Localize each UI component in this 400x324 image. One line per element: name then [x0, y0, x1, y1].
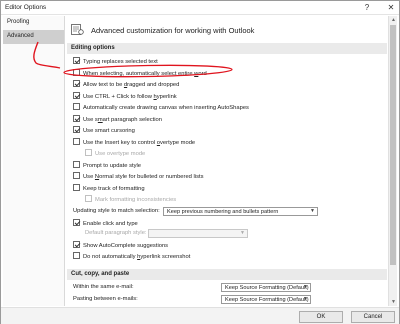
- editor-options-dialog: Editor Options ? ✕ Proofing Advanced Adv…: [0, 0, 400, 324]
- title-bar: Editor Options ? ✕: [1, 1, 399, 15]
- editing-option[interactable]: Use Normal style for bulleted or numbere…: [73, 172, 204, 181]
- help-icon[interactable]: ?: [361, 3, 373, 13]
- panel-header: Advanced customization for working with …: [71, 24, 371, 38]
- option-label: Prompt to update style: [83, 162, 142, 169]
- chevron-down-icon: ▼: [310, 208, 315, 214]
- section-editing-options: Editing options: [67, 43, 387, 54]
- option-label: Mark formatting inconsistencies: [95, 197, 177, 203]
- sidebar-item-advanced[interactable]: Advanced: [3, 30, 64, 44]
- option-label: Allow text to be dragged and dropped: [83, 82, 180, 88]
- cancel-button[interactable]: Cancel: [351, 311, 395, 323]
- checkbox[interactable]: [73, 219, 80, 226]
- scroll-up-icon[interactable]: ▲: [389, 16, 398, 24]
- chevron-down-icon: ▼: [303, 296, 308, 302]
- option-label: Use smart paragraph selection: [83, 116, 162, 123]
- checkbox[interactable]: [73, 137, 80, 145]
- editing-option[interactable]: Typing replaces selected text: [73, 57, 158, 66]
- section-cut-copy-paste: Cut, copy, and paste: [67, 269, 387, 280]
- option-label: Show AutoComplete suggestions: [83, 243, 169, 249]
- option-label: Use overtype mode: [95, 151, 146, 157]
- advanced-options-panel: Advanced customization for working with …: [67, 16, 387, 306]
- checkbox[interactable]: [73, 91, 80, 99]
- checkbox[interactable]: [73, 114, 80, 122]
- option-label: Typing replaces selected text: [83, 59, 158, 65]
- updating-style-dropdown[interactable]: Keep previous numbering and bullets patt…: [163, 207, 318, 216]
- option-no-auto-hyperlink[interactable]: Do not automatically hyperlink screensho…: [73, 252, 190, 261]
- editing-option[interactable]: Use smart paragraph selection: [73, 114, 162, 124]
- option-label: Automatically create drawing canvas when…: [83, 105, 249, 111]
- checkbox[interactable]: [73, 241, 80, 248]
- editing-option: Use overtype mode: [85, 149, 145, 158]
- updating-style-label: Updating style to match selection:: [73, 208, 160, 214]
- editing-option: Mark formatting inconsistencies: [85, 195, 176, 204]
- updating-style-value: Keep previous numbering and bullets patt…: [167, 209, 279, 215]
- chevron-down-icon: ▼: [240, 230, 245, 236]
- between-emails-label: Pasting between e-mails:: [73, 296, 138, 302]
- editing-option[interactable]: Use the Insert key to control overtype m…: [73, 137, 196, 147]
- default-paragraph-style-dropdown[interactable]: ▼: [148, 229, 248, 238]
- ok-button[interactable]: OK: [299, 311, 343, 323]
- checkbox[interactable]: [73, 103, 80, 110]
- window-title: Editor Options: [5, 4, 47, 11]
- editing-option[interactable]: Prompt to update style: [73, 160, 142, 170]
- dialog-footer: OK Cancel: [1, 307, 399, 324]
- sidebar: Proofing Advanced: [3, 16, 65, 306]
- checkbox[interactable]: [73, 68, 80, 76]
- option-show-autocomplete[interactable]: Show AutoComplete suggestions: [73, 241, 168, 250]
- checkbox: [85, 195, 92, 202]
- between-emails-dropdown[interactable]: Keep Source Formatting (Default) ▼: [221, 295, 311, 304]
- checkbox[interactable]: [73, 126, 80, 133]
- within-email-value: Keep Source Formatting (Default): [225, 285, 309, 291]
- editing-option[interactable]: Allow text to be dragged and dropped: [73, 80, 179, 89]
- chevron-down-icon: ▼: [303, 284, 308, 290]
- option-label: Keep track of formatting: [83, 185, 145, 192]
- option-enable-click-type[interactable]: Enable click and type: [73, 219, 138, 228]
- option-label: Do not automatically hyperlink screensho…: [83, 254, 191, 260]
- option-label: Use CTRL + Click to follow hyperlink: [83, 93, 177, 100]
- vertical-scrollbar[interactable]: ▲ ▼: [388, 16, 397, 306]
- close-icon[interactable]: ✕: [385, 3, 397, 13]
- option-label: Use the Insert key to control overtype m…: [83, 139, 196, 146]
- scroll-thumb[interactable]: [390, 25, 396, 265]
- checkbox[interactable]: [73, 252, 80, 259]
- editing-option[interactable]: Keep track of formatting: [73, 183, 145, 193]
- settings-document-icon: [71, 24, 84, 35]
- checkbox: [85, 149, 92, 156]
- within-email-label: Within the same e-mail:: [73, 284, 134, 290]
- checkbox[interactable]: [73, 172, 80, 179]
- option-label: When selecting, automatically select ent…: [83, 70, 207, 77]
- option-label: Use smart cursoring: [83, 128, 135, 134]
- checkbox[interactable]: [73, 57, 80, 64]
- default-paragraph-style-label: Default paragraph style:: [85, 230, 147, 236]
- checkbox[interactable]: [73, 160, 80, 168]
- editing-option[interactable]: When selecting, automatically select ent…: [73, 68, 207, 78]
- option-label: Use Normal style for bulleted or numbere…: [83, 174, 204, 180]
- checkbox[interactable]: [73, 80, 80, 87]
- option-label: Enable click and type: [83, 221, 138, 227]
- editing-option[interactable]: Automatically create drawing canvas when…: [73, 103, 249, 112]
- editing-option[interactable]: Use CTRL + Click to follow hyperlink: [73, 91, 177, 101]
- editing-option[interactable]: Use smart cursoring: [73, 126, 135, 135]
- panel-title: Advanced customization for working with …: [91, 26, 255, 35]
- between-emails-value: Keep Source Formatting (Default): [225, 297, 309, 303]
- sidebar-item-proofing[interactable]: Proofing: [3, 16, 64, 30]
- scroll-down-icon[interactable]: ▼: [389, 298, 398, 306]
- checkbox[interactable]: [73, 183, 80, 191]
- within-email-dropdown[interactable]: Keep Source Formatting (Default) ▼: [221, 283, 311, 292]
